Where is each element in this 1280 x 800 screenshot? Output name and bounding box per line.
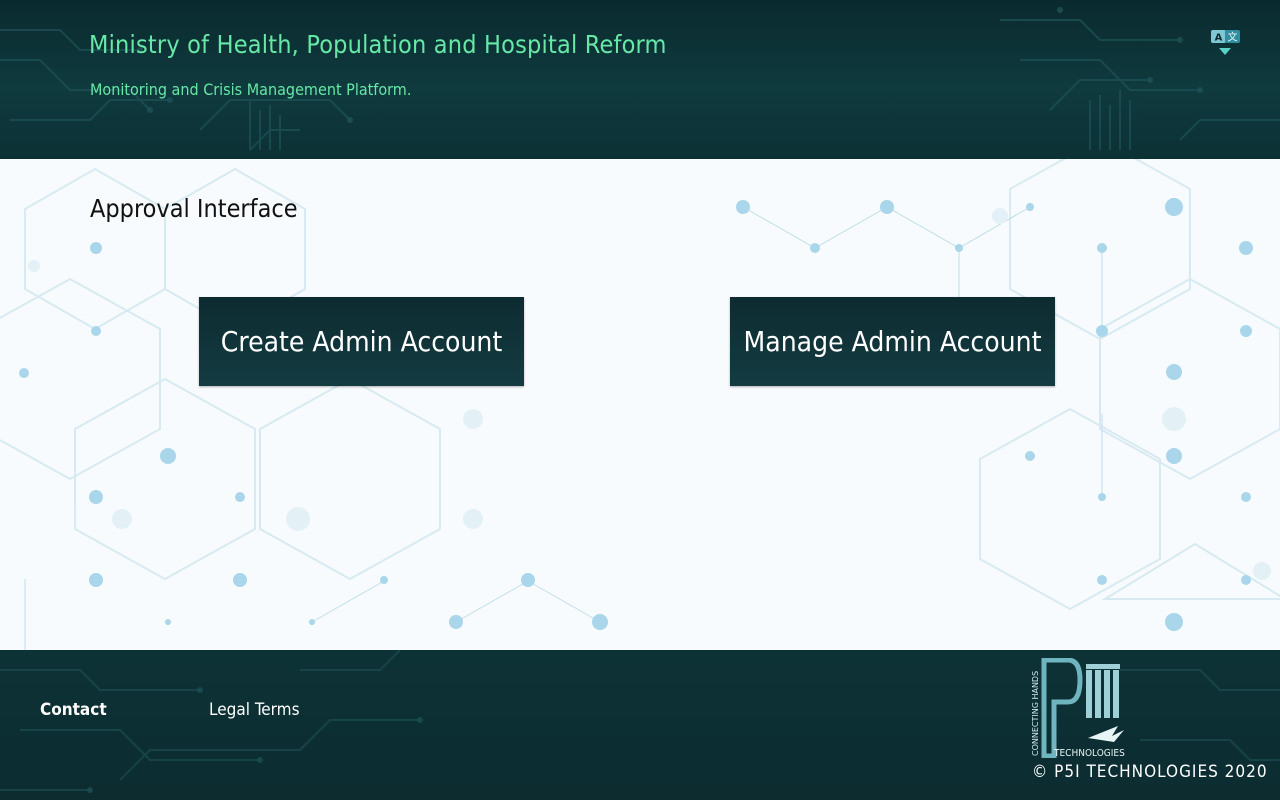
copyright-text: © P5I TECHNOLOGIES 2020 bbox=[1032, 762, 1268, 782]
platform-subtitle: Monitoring and Crisis Management Platfor… bbox=[90, 80, 412, 99]
logo-wordmark: TECHNOLOGIES bbox=[1053, 748, 1125, 758]
svg-text:文: 文 bbox=[1228, 31, 1238, 44]
main-content: Approval Interface Create Admin Account … bbox=[0, 159, 1280, 650]
hexagon-background bbox=[0, 159, 1280, 650]
p5i-logo: CONNECTING HANDS TECHNOLOGIES bbox=[1031, 658, 1125, 758]
header: Ministry of Health, Population and Hospi… bbox=[0, 0, 1280, 159]
translate-icon[interactable]: A 文 bbox=[1208, 28, 1242, 60]
create-admin-account-button[interactable]: Create Admin Account bbox=[199, 297, 524, 386]
contact-link[interactable]: Contact bbox=[40, 700, 107, 720]
page-title: Approval Interface bbox=[90, 194, 298, 223]
footer: Contact Legal Terms CONNECTING HANDS TEC… bbox=[0, 650, 1280, 800]
ministry-title: Ministry of Health, Population and Hospi… bbox=[89, 30, 667, 59]
logo-tagline: CONNECTING HANDS bbox=[1031, 671, 1040, 756]
svg-text:A: A bbox=[1215, 33, 1223, 44]
language-switcher[interactable]: A 文 bbox=[1208, 28, 1242, 60]
manage-admin-account-button[interactable]: Manage Admin Account bbox=[730, 297, 1055, 386]
legal-terms-link[interactable]: Legal Terms bbox=[209, 700, 300, 720]
